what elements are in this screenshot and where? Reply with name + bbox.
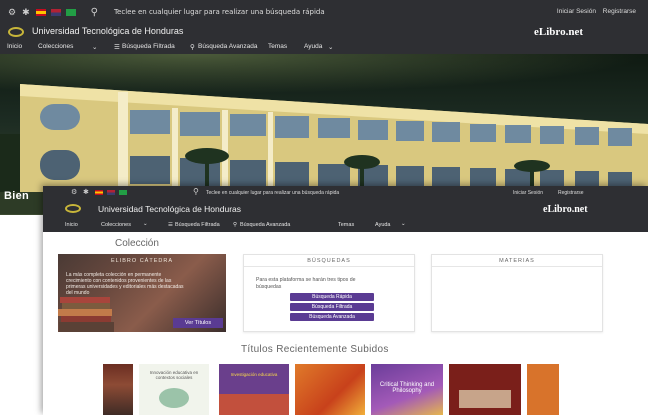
book-cover[interactable] bbox=[295, 364, 365, 415]
collection-title: Colección bbox=[115, 238, 159, 249]
login-link[interactable]: Iniciar Sesión bbox=[513, 190, 543, 196]
university-logo[interactable] bbox=[65, 204, 81, 213]
book-cover[interactable] bbox=[449, 364, 521, 415]
advanced-search-button[interactable]: Búsqueda Avanzada bbox=[290, 313, 374, 321]
university-name[interactable]: Universidad Tecnológica de Honduras bbox=[32, 26, 183, 36]
nav-filtered-search[interactable]: Búsqueda Filtrada bbox=[122, 43, 175, 50]
book-cover-title: Innovación educativa en contextos social… bbox=[149, 370, 199, 380]
filter-icon: ☰ bbox=[114, 44, 120, 51]
busquedas-description: Para esta plataforma se harán tres tipos… bbox=[256, 277, 356, 290]
university-name[interactable]: Universidad Tecnológica de Honduras bbox=[98, 204, 241, 214]
chevron-down-icon[interactable]: ⌄ bbox=[143, 221, 148, 227]
background-screenshot: ⚙ ✱ ⚲ Teclee en cualquier lugar para rea… bbox=[0, 0, 648, 215]
flag-usa-icon[interactable] bbox=[50, 8, 61, 16]
search-icon[interactable]: ⚲ bbox=[193, 187, 199, 196]
cover-graphic bbox=[159, 388, 189, 408]
chevron-down-icon[interactable]: ⌄ bbox=[328, 43, 333, 51]
catedra-title: ELIBRO CÁTEDRA bbox=[111, 258, 173, 264]
catedra-description: La más completa colección en permanente … bbox=[66, 272, 184, 296]
quick-search-button[interactable]: Búsqueda Rápida bbox=[290, 293, 374, 301]
chevron-down-icon[interactable]: ⌄ bbox=[92, 43, 97, 51]
nav-home[interactable]: Inicio bbox=[65, 222, 78, 228]
filter-icon: ☰ bbox=[168, 222, 173, 228]
nav-help[interactable]: Ayuda bbox=[304, 43, 322, 50]
accessibility-icon[interactable]: ✱ bbox=[22, 7, 30, 18]
book-cover-title: Critical Thinking and Philosophy bbox=[379, 382, 435, 394]
foreground-screenshot: ⚙ ✱ ⚲ Teclee en cualquier lugar para rea… bbox=[43, 186, 648, 415]
register-link[interactable]: Registrarse bbox=[558, 190, 584, 196]
flag-brazil-icon[interactable] bbox=[65, 8, 76, 16]
gear-icon[interactable]: ⚙ bbox=[8, 7, 16, 18]
chevron-down-icon[interactable]: ⌄ bbox=[401, 221, 406, 227]
cover-graphic bbox=[219, 394, 289, 415]
nav-home[interactable]: Inicio bbox=[7, 43, 22, 50]
welcome-text: Bien bbox=[4, 190, 30, 202]
search-icon[interactable]: ⚲ bbox=[91, 7, 98, 18]
register-link[interactable]: Registrarse bbox=[603, 8, 636, 15]
busquedas-title: BÚSQUEDAS bbox=[244, 255, 414, 267]
search-icon: ⚲ bbox=[233, 222, 238, 228]
book-cover[interactable] bbox=[103, 364, 133, 415]
filtered-search-button[interactable]: Búsqueda Filtrada bbox=[290, 303, 374, 311]
nav-collections[interactable]: Colecciones bbox=[38, 43, 73, 50]
login-link[interactable]: Iniciar Sesión bbox=[557, 8, 596, 15]
recent-titles-heading: Títulos Recientemente Subidos bbox=[241, 344, 389, 355]
nav-filtered-search[interactable]: Búsqueda Filtrada bbox=[175, 222, 220, 228]
brand-bar: Universidad Tecnológica de Honduras eLib… bbox=[43, 200, 648, 218]
materias-panel: MATERIAS bbox=[431, 254, 603, 332]
main-nav: Inicio Colecciones ⌄ ☰ Búsqueda Filtrada… bbox=[43, 218, 648, 232]
nav-topics[interactable]: Temas bbox=[338, 222, 354, 228]
book-cover[interactable]: Innovación educativa en contextos social… bbox=[139, 364, 209, 415]
auth-links: Iniciar Sesión Registrarse bbox=[552, 8, 636, 15]
nav-advanced-search[interactable]: Búsqueda Avanzada bbox=[240, 222, 290, 228]
materias-title: MATERIAS bbox=[432, 255, 602, 267]
accessibility-icon[interactable]: ✱ bbox=[83, 188, 89, 196]
flag-spain-icon[interactable] bbox=[95, 190, 103, 195]
elibro-logo[interactable]: eLibro.net bbox=[534, 26, 583, 38]
nav-help[interactable]: Ayuda bbox=[375, 222, 391, 228]
busquedas-panel: BÚSQUEDAS Para esta plataforma se harán … bbox=[243, 254, 415, 332]
university-logo[interactable] bbox=[8, 27, 24, 37]
book-cover[interactable] bbox=[527, 364, 559, 415]
top-bar: ⚙ ✱ ⚲ Teclee en cualquier lugar para rea… bbox=[0, 0, 648, 24]
book-cover[interactable]: Investigación educativa bbox=[219, 364, 289, 415]
nav-topics[interactable]: Temas bbox=[268, 43, 287, 50]
top-bar: ⚙ ✱ ⚲ Teclee en cualquier lugar para rea… bbox=[43, 186, 648, 200]
cover-graphic bbox=[459, 390, 511, 408]
nav-collections[interactable]: Colecciones bbox=[101, 222, 131, 228]
flag-usa-icon[interactable] bbox=[107, 190, 115, 195]
search-hint[interactable]: Teclee en cualquier lugar para realizar … bbox=[206, 190, 339, 196]
main-nav: Inicio Colecciones ⌄ ☰ Búsqueda Filtrada… bbox=[0, 40, 648, 54]
elibro-logo[interactable]: eLibro.net bbox=[543, 204, 588, 215]
search-icon: ⚲ bbox=[190, 44, 195, 51]
book-cover-title: Investigación educativa bbox=[230, 372, 278, 377]
brand-bar: Universidad Tecnológica de Honduras eLib… bbox=[0, 24, 648, 40]
flag-brazil-icon[interactable] bbox=[119, 190, 127, 195]
search-hint[interactable]: Teclee en cualquier lugar para realizar … bbox=[114, 8, 325, 16]
view-titles-button[interactable]: Ver Títulos bbox=[173, 318, 223, 328]
flag-spain-icon[interactable] bbox=[35, 8, 46, 16]
nav-advanced-search[interactable]: Búsqueda Avanzada bbox=[198, 43, 258, 50]
gear-icon[interactable]: ⚙ bbox=[71, 188, 77, 196]
catedra-panel: ELIBRO CÁTEDRA La más completa colección… bbox=[58, 254, 226, 332]
book-cover[interactable]: Critical Thinking and Philosophy bbox=[371, 364, 443, 415]
